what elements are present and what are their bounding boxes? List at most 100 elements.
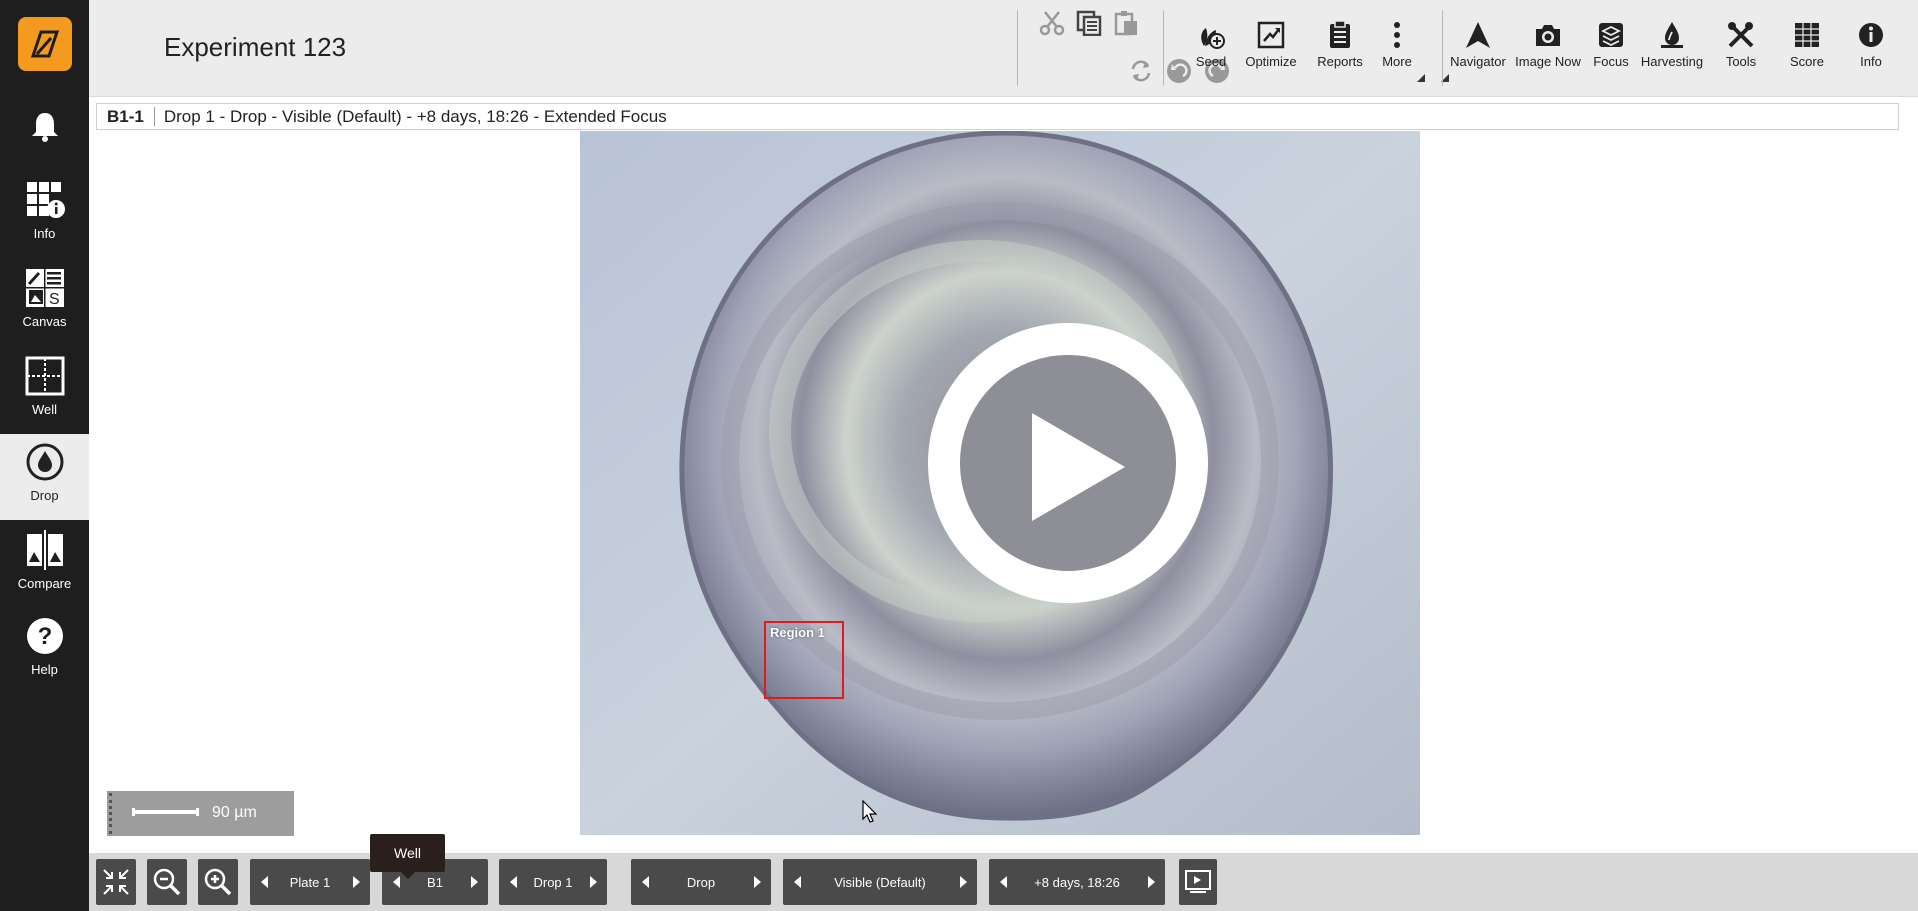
drag-handle[interactable] [109, 793, 117, 834]
time-value[interactable]: +8 days, 18:26 [1017, 875, 1137, 890]
drop-image-viewer[interactable] [580, 131, 1420, 835]
next-plate-button[interactable] [342, 859, 370, 905]
info-button[interactable]: Info [1849, 18, 1893, 78]
arrow-right-icon [470, 876, 478, 888]
drop-icon [26, 443, 63, 481]
more-dropdown-indicator [1417, 74, 1425, 82]
plate-navigator: Plate 1 [250, 859, 370, 905]
info-label: Info [1860, 54, 1882, 69]
previous-imaging-button[interactable] [783, 859, 811, 905]
previous-time-button[interactable] [989, 859, 1017, 905]
arrow-left-icon [260, 876, 268, 888]
sidebar-item-label: Well [31, 402, 58, 417]
zoom-out-icon [153, 868, 181, 896]
scale-bar-text: 90 µm [212, 804, 257, 821]
scale-bar[interactable]: 90 µm [107, 791, 294, 836]
optimize-icon [1257, 21, 1285, 49]
tools-label: Tools [1725, 54, 1757, 69]
imaging-navigator: Visible (Default) [783, 859, 977, 905]
tools-icon [1728, 22, 1754, 48]
playback-button[interactable] [1179, 859, 1217, 905]
tools-button[interactable]: Tools [1719, 18, 1763, 78]
fit-to-screen-button[interactable] [96, 859, 136, 905]
zoom-in-button[interactable] [198, 859, 238, 905]
arrow-left-icon [392, 876, 400, 888]
next-time-button[interactable] [1137, 859, 1165, 905]
score-icon [1795, 23, 1819, 47]
more-icon [1394, 22, 1400, 48]
sidebar-item-help[interactable]: ? Help [0, 608, 89, 694]
toolbar-divider [1163, 10, 1164, 86]
reports-button[interactable]: Reports [1311, 18, 1369, 78]
imaging-value[interactable]: Visible (Default) [811, 875, 949, 890]
next-well-button[interactable] [460, 859, 488, 905]
focus-label: Focus [1593, 54, 1629, 69]
seed-icon [1201, 28, 1225, 49]
app-logo[interactable] [18, 17, 72, 71]
sidebar-item-label: Drop [30, 488, 59, 503]
drop-image [580, 131, 1420, 835]
help-icon: ? [26, 618, 63, 654]
harvesting-icon [1661, 22, 1683, 48]
mouse-cursor-icon [862, 800, 878, 823]
toolbar-divider [1442, 10, 1443, 86]
harvesting-button[interactable]: Harvesting [1637, 18, 1707, 78]
app-root: Info S Canvas Well Drop Compare ? Help E… [0, 0, 1918, 911]
paste-button[interactable] [1111, 8, 1141, 38]
image-now-label: Image Now [1515, 54, 1581, 69]
seed-button[interactable]: Seed [1189, 18, 1233, 78]
sidebar-item-label: Info [33, 226, 56, 241]
sidebar-item-canvas[interactable]: S Canvas [0, 260, 89, 346]
camera-icon [1536, 25, 1560, 46]
focus-button[interactable]: Focus [1589, 18, 1633, 78]
arrow-right-icon [959, 876, 967, 888]
refresh-icon [1131, 60, 1151, 82]
sidebar-item-well[interactable]: Well [0, 348, 89, 434]
zoom-out-button[interactable] [147, 859, 187, 905]
more-button[interactable]: More [1375, 18, 1419, 78]
next-type-button[interactable] [743, 859, 771, 905]
sidebar-item-drop[interactable]: Drop [0, 434, 89, 520]
optimize-button[interactable]: Optimize [1241, 18, 1301, 78]
arrow-left-icon [999, 876, 1007, 888]
next-drop-button[interactable] [579, 859, 607, 905]
previous-plate-button[interactable] [250, 859, 278, 905]
paste-icon [1114, 11, 1137, 36]
slideshow-icon [1185, 870, 1211, 893]
svg-text:?: ? [37, 623, 52, 650]
reports-label: Reports [1317, 54, 1363, 69]
drop-value[interactable]: Drop 1 [527, 875, 579, 890]
type-navigator: Drop [631, 859, 771, 905]
arrow-left-icon [793, 876, 801, 888]
well-value[interactable]: B1 [410, 875, 460, 890]
bell-icon [31, 113, 58, 142]
image-info-bar: B1-1 Drop 1 - Drop - Visible (Default) -… [96, 103, 1899, 130]
sidebar-item-label: Compare [17, 576, 72, 591]
image-now-button[interactable]: Image Now [1513, 18, 1583, 78]
previous-type-button[interactable] [631, 859, 659, 905]
optimize-label: Optimize [1245, 54, 1297, 69]
sidebar-item-compare[interactable]: Compare [0, 522, 89, 608]
type-value[interactable]: Drop [659, 875, 743, 890]
copy-icon [1076, 10, 1102, 36]
previous-drop-button[interactable] [499, 859, 527, 905]
logo-icon [30, 30, 60, 58]
copy-button[interactable] [1074, 8, 1104, 38]
score-button[interactable]: Score [1785, 18, 1829, 78]
arrow-right-icon [589, 876, 597, 888]
top-toolbar: Experiment 123 Seed Optimize Reports Mor… [89, 0, 1918, 97]
svg-text:S: S [49, 291, 60, 308]
plate-value[interactable]: Plate 1 [278, 875, 342, 890]
navigator-button[interactable]: Navigator [1447, 18, 1509, 78]
sidebar-item-info[interactable]: Info [0, 172, 89, 258]
compare-icon [26, 530, 63, 570]
cut-button[interactable] [1037, 8, 1067, 38]
page-title: Experiment 123 [164, 32, 347, 62]
grid-info-icon [26, 182, 65, 218]
next-imaging-button[interactable] [949, 859, 977, 905]
toolbar-divider [1017, 10, 1018, 86]
focus-icon [1599, 23, 1623, 47]
sidebar: Info S Canvas Well Drop Compare ? Help [0, 0, 89, 911]
info-icon [1859, 23, 1883, 47]
refresh-button[interactable] [1126, 56, 1156, 86]
